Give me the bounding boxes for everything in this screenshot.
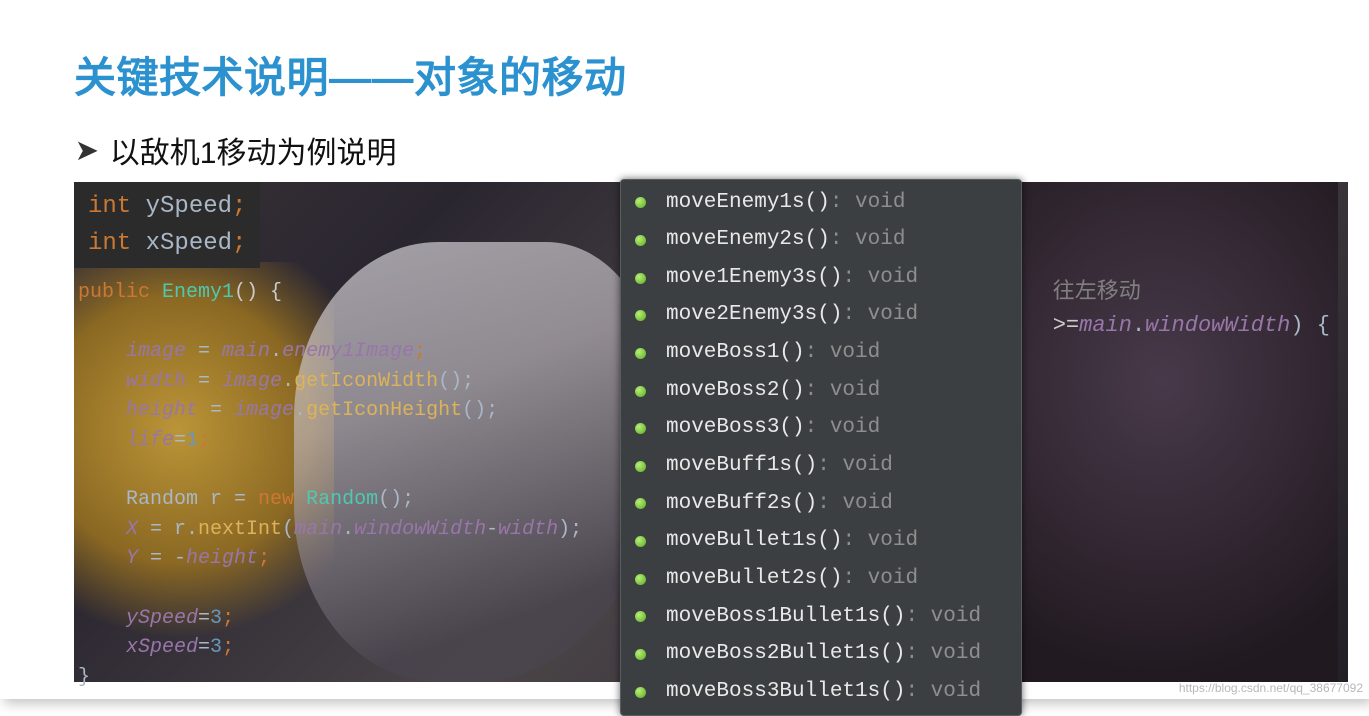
method-name: moveEnemy1s() <box>666 186 830 221</box>
autocomplete-popup[interactable]: moveEnemy1s() : voidmoveEnemy2s() : void… <box>620 179 1022 716</box>
method-icon <box>635 197 646 208</box>
autocomplete-item[interactable]: moveBuff2s() : void <box>621 485 1021 523</box>
autocomplete-item[interactable]: moveBoss2Bullet1s() : void <box>621 636 1021 674</box>
method-return-type: : void <box>842 298 918 333</box>
method-return-type: : void <box>842 562 918 597</box>
method-icon <box>635 536 646 547</box>
method-name: moveBuff1s() <box>666 449 817 484</box>
method-return-type: : void <box>817 449 893 484</box>
method-return-type: : void <box>842 524 918 559</box>
method-return-type: : void <box>905 600 981 635</box>
autocomplete-item[interactable]: moveBoss3() : void <box>621 410 1021 448</box>
method-name: move1Enemy3s() <box>666 261 842 296</box>
method-name: moveBoss2() <box>666 374 805 409</box>
method-icon <box>635 574 646 585</box>
code-snippet-fields: int ySpeed; int xSpeed; <box>74 182 260 268</box>
autocomplete-item[interactable]: moveBoss1() : void <box>621 335 1021 373</box>
method-icon <box>635 461 646 472</box>
autocomplete-item[interactable]: moveBoss2() : void <box>621 372 1021 410</box>
watermark: https://blog.csdn.net/qq_38677092 <box>1179 681 1363 695</box>
method-icon <box>635 687 646 698</box>
method-name: moveBuff2s() <box>666 487 817 522</box>
method-return-type: : void <box>905 637 981 672</box>
autocomplete-item[interactable]: moveBullet1s() : void <box>621 523 1021 561</box>
method-name: moveBoss2Bullet1s() <box>666 637 905 672</box>
method-icon <box>635 348 646 359</box>
autocomplete-item[interactable]: moveBoss3Bullet1s() : void <box>621 673 1021 711</box>
bullet-row: ➤ 以敌机1移动为例说明 <box>76 128 396 172</box>
method-name: moveBullet2s() <box>666 562 842 597</box>
code-snippet-right: 往左移动 >=main.windowWidth) { <box>1053 276 1330 342</box>
method-return-type: : void <box>842 261 918 296</box>
method-name: moveBullet1s() <box>666 524 842 559</box>
method-name: moveBoss3() <box>666 411 805 446</box>
method-icon <box>635 235 646 246</box>
autocomplete-item[interactable]: move1Enemy3s() : void <box>621 259 1021 297</box>
code-snippet-constructor: public Enemy1() { image = main.enemy1Ima… <box>78 278 582 692</box>
method-return-type: : void <box>830 186 906 221</box>
method-icon <box>635 649 646 660</box>
method-icon <box>635 273 646 284</box>
autocomplete-item[interactable]: moveBullet2s() : void <box>621 560 1021 598</box>
slide-title: 关键技术说明——对象的移动 <box>74 44 627 105</box>
autocomplete-item[interactable]: move2Enemy3s() : void <box>621 297 1021 335</box>
slide: 关键技术说明——对象的移动 ➤ 以敌机1移动为例说明 int ySpeed; i… <box>0 0 1369 699</box>
method-return-type: : void <box>805 336 881 371</box>
method-name: moveBoss1Bullet1s() <box>666 600 905 635</box>
method-icon <box>635 310 646 321</box>
code-background: int ySpeed; int xSpeed; public Enemy1() … <box>74 182 1348 682</box>
code-line: int xSpeed; <box>88 225 246 262</box>
method-return-type: : void <box>817 487 893 522</box>
method-name: move2Enemy3s() <box>666 298 842 333</box>
autocomplete-item[interactable]: moveEnemy1s() : void <box>621 184 1021 222</box>
method-name: moveBoss3Bullet1s() <box>666 675 905 710</box>
method-icon <box>635 498 646 509</box>
method-icon <box>635 386 646 397</box>
method-return-type: : void <box>830 223 906 258</box>
autocomplete-item[interactable]: moveBoss1Bullet1s() : void <box>621 598 1021 636</box>
method-name: moveBoss1() <box>666 336 805 371</box>
autocomplete-item[interactable]: moveBuff1s() : void <box>621 447 1021 485</box>
chevron-right-icon: ➤ <box>76 135 98 166</box>
code-line: int ySpeed; <box>88 188 246 225</box>
bullet-text: 以敌机1移动为例说明 <box>110 128 397 172</box>
autocomplete-item[interactable]: moveEnemy2s() : void <box>621 222 1021 260</box>
method-icon <box>635 611 646 622</box>
method-icon <box>635 423 646 434</box>
method-name: moveEnemy2s() <box>666 223 830 258</box>
method-return-type: : void <box>805 411 881 446</box>
method-return-type: : void <box>805 374 881 409</box>
method-return-type: : void <box>905 675 981 710</box>
